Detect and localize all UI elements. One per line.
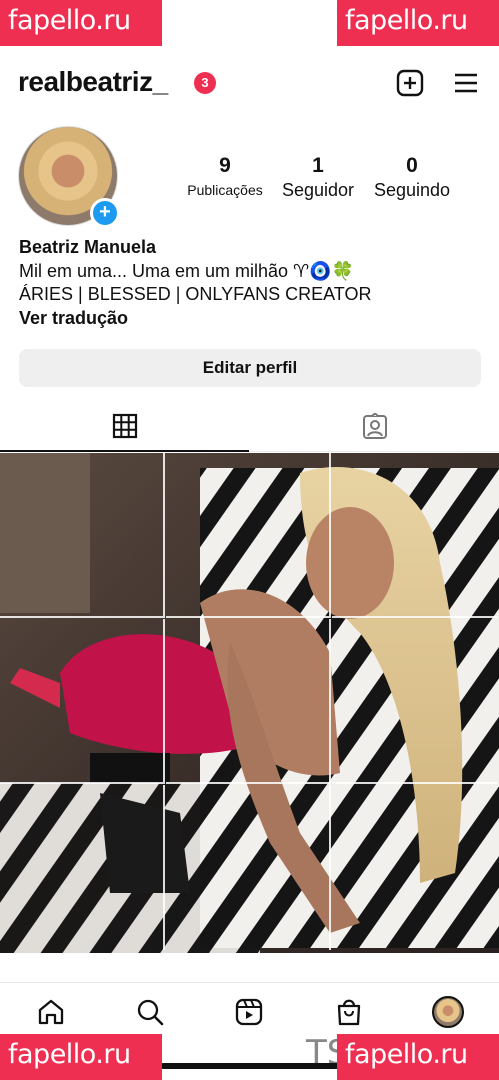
grid-cell[interactable]: [0, 619, 165, 784]
profile-bio: Beatriz Manuela Mil em uma... Uma em um …: [19, 236, 481, 330]
search-icon[interactable]: [133, 995, 167, 1029]
posts-count[interactable]: 9 Publicações: [183, 154, 267, 198]
grid-cell[interactable]: [166, 453, 331, 618]
profile-avatar-wrapper[interactable]: +: [18, 126, 120, 228]
watermark-bottom-right: fapello.ru: [337, 1034, 499, 1080]
bio-line-2: ÁRIES | BLESSED | ONLYFANS CREATOR: [19, 284, 372, 304]
see-translation-link[interactable]: Ver tradução: [19, 307, 481, 331]
watermark-top-left: fapello.ru: [0, 0, 162, 46]
followers-count[interactable]: 1 Seguidor: [277, 154, 359, 201]
edit-profile-button[interactable]: Editar perfil: [19, 349, 481, 387]
shop-icon[interactable]: [332, 995, 366, 1029]
posts-grid: [0, 453, 499, 953]
grid-icon: [112, 413, 138, 444]
reels-icon[interactable]: [232, 995, 266, 1029]
following-count-label: Seguindo: [373, 180, 451, 200]
profile-tabs: [0, 406, 499, 452]
following-count-value: 0: [406, 154, 418, 177]
home-indicator: [160, 1063, 340, 1069]
tab-tagged[interactable]: [250, 406, 499, 452]
grid-cell[interactable]: [332, 453, 497, 618]
home-icon[interactable]: [34, 995, 68, 1029]
followers-count-value: 1: [312, 154, 324, 177]
grid-cell[interactable]: [166, 785, 331, 950]
grid-cell[interactable]: [0, 785, 165, 950]
nav-profile-avatar: [432, 996, 464, 1028]
grid-cell[interactable]: [332, 619, 497, 784]
bio-line-1: Mil em uma... Uma em um milhão ♈🧿🍀: [19, 260, 355, 281]
add-story-icon[interactable]: +: [90, 198, 120, 228]
grid-cell[interactable]: [0, 453, 165, 618]
profile-header: realbeatriz_ 3: [18, 66, 481, 102]
posts-count-label: Publicações: [187, 182, 263, 198]
watermark-top-right: fapello.ru: [337, 0, 499, 46]
grid-cell[interactable]: [166, 619, 331, 784]
notification-badge: 3: [194, 72, 216, 94]
bio-name: Beatriz Manuela: [19, 237, 157, 257]
profile-tab[interactable]: [431, 995, 465, 1029]
tab-posts-grid[interactable]: [0, 406, 249, 452]
tagged-icon: [361, 411, 389, 446]
posts-count-value: 9: [219, 154, 231, 177]
followers-count-label: Seguidor: [281, 180, 355, 200]
menu-icon[interactable]: [451, 68, 481, 98]
grid-cell[interactable]: [332, 785, 497, 950]
username-dropdown[interactable]: realbeatriz_: [18, 66, 168, 98]
add-icon[interactable]: [395, 68, 425, 98]
following-count[interactable]: 0 Seguindo: [369, 154, 455, 201]
bottom-navigation: [0, 982, 499, 1042]
watermark-bottom-left: fapello.ru: [0, 1034, 162, 1080]
